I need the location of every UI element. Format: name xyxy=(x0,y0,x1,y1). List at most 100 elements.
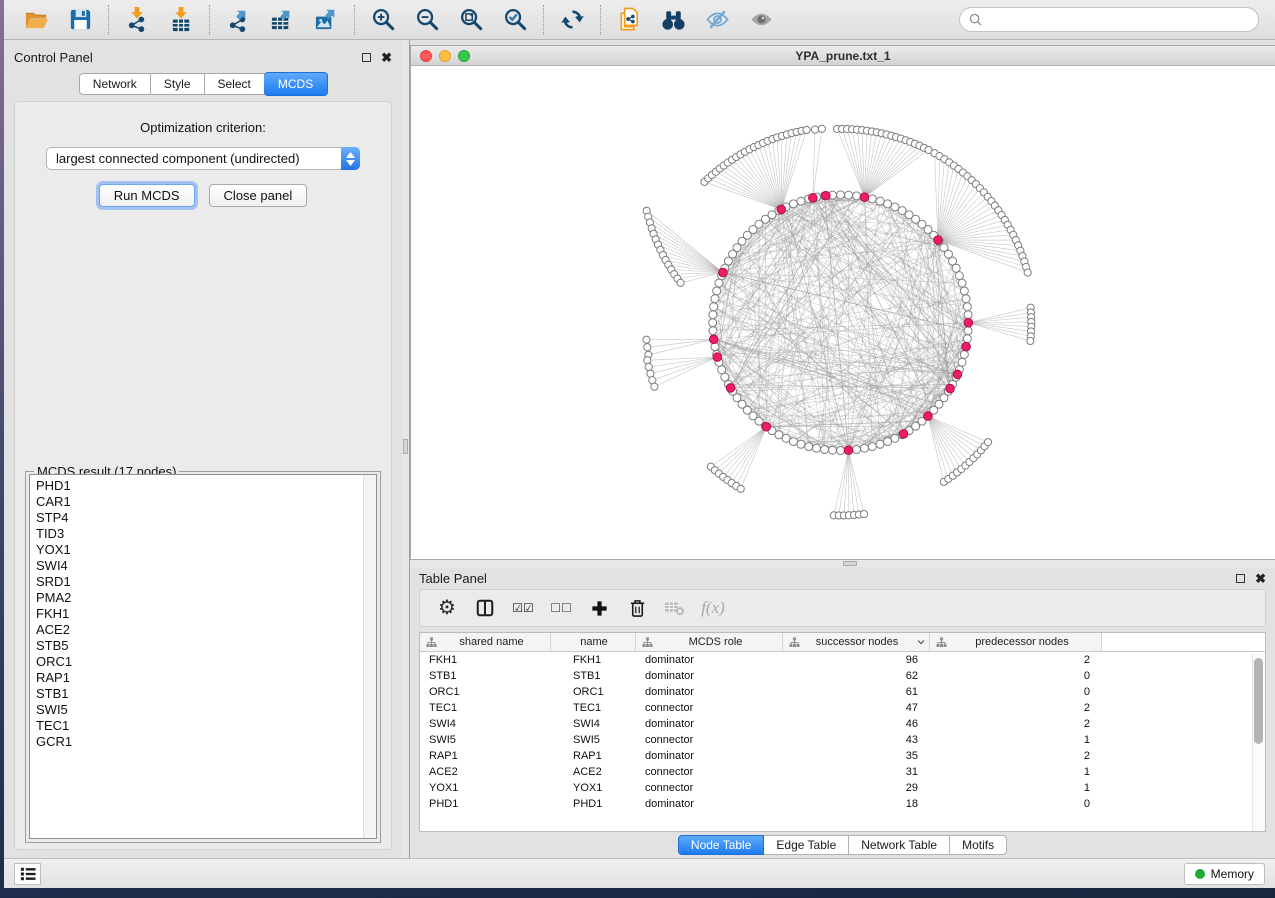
application-window: Control Panel ✖ NetworkStyleSelectMCDS O… xyxy=(4,0,1275,888)
hierarchy-icon xyxy=(426,637,437,648)
optimization-criterion-select[interactable]: largest connected component (undirected) xyxy=(46,147,360,170)
toolbar-separator xyxy=(543,5,544,35)
table-cell: ACE2 xyxy=(420,764,551,780)
list-scrollbar-track[interactable] xyxy=(363,475,376,838)
search-binoculars-icon[interactable] xyxy=(658,5,688,35)
close-panel-icon[interactable]: ✖ xyxy=(1255,574,1266,583)
mcds-result-item[interactable]: TEC1 xyxy=(36,718,376,734)
task-history-button[interactable] xyxy=(14,863,41,885)
table-row[interactable]: YOX1YOX1connector291 xyxy=(420,780,1265,796)
add-column-icon[interactable] xyxy=(584,595,614,621)
deselect-all-icon[interactable]: ☐☐ xyxy=(546,595,576,621)
refresh-layout-icon[interactable] xyxy=(557,5,587,35)
search-field[interactable] xyxy=(959,7,1259,32)
mcds-result-item[interactable]: SRD1 xyxy=(36,574,376,590)
tab-style[interactable]: Style xyxy=(151,73,205,95)
table-scrollbar-thumb[interactable] xyxy=(1254,658,1263,744)
mcds-result-item[interactable]: YOX1 xyxy=(36,542,376,558)
tab-network-table[interactable]: Network Table xyxy=(849,835,950,855)
table-row[interactable]: ACE2ACE2connector311 xyxy=(420,764,1265,780)
zoom-window-icon[interactable] xyxy=(458,50,470,62)
splitter-grip[interactable] xyxy=(843,561,857,566)
mcds-result-item[interactable]: CAR1 xyxy=(36,494,376,510)
export-network-icon[interactable] xyxy=(223,5,253,35)
column-header-shared-name[interactable]: shared name xyxy=(420,633,551,651)
tab-edge-table[interactable]: Edge Table xyxy=(764,835,849,855)
close-window-icon[interactable] xyxy=(420,50,432,62)
run-mcds-button[interactable]: Run MCDS xyxy=(99,184,195,207)
search-input[interactable] xyxy=(988,13,1249,27)
import-network-icon[interactable] xyxy=(122,5,152,35)
float-panel-icon[interactable] xyxy=(1236,574,1245,583)
clone-network-icon[interactable] xyxy=(614,5,644,35)
zoom-in-icon[interactable] xyxy=(368,5,398,35)
mcds-result-item[interactable]: SWI4 xyxy=(36,558,376,574)
zoom-fit-icon[interactable] xyxy=(456,5,486,35)
node-table: shared namenameMCDS rolesuccessor nodesp… xyxy=(419,632,1266,832)
table-row[interactable]: SWI4SWI4dominator462 xyxy=(420,716,1265,732)
export-table-icon[interactable] xyxy=(267,5,297,35)
mcds-result-item[interactable]: PMA2 xyxy=(36,590,376,606)
column-header-name[interactable]: name xyxy=(551,633,636,651)
mcds-result-item[interactable]: ACE2 xyxy=(36,622,376,638)
mcds-result-item[interactable]: RAP1 xyxy=(36,670,376,686)
tab-motifs[interactable]: Motifs xyxy=(950,835,1007,855)
mcds-result-item[interactable]: TID3 xyxy=(36,526,376,542)
column-layout-icon[interactable] xyxy=(470,595,500,621)
table-cell: 43 xyxy=(783,732,930,748)
table-panel-tabs: Node TableEdge TableNetwork TableMotifs xyxy=(419,832,1266,858)
table-row[interactable]: PHD1PHD1dominator180 xyxy=(420,796,1265,812)
mcds-result-item[interactable]: STB5 xyxy=(36,638,376,654)
mcds-result-item[interactable]: GCR1 xyxy=(36,734,376,750)
splitter-grip[interactable] xyxy=(403,439,408,454)
column-header-predecessor-nodes[interactable]: predecessor nodes xyxy=(930,633,1102,651)
mcds-result-item[interactable]: ORC1 xyxy=(36,654,376,670)
network-canvas[interactable] xyxy=(411,66,1275,559)
memory-button[interactable]: Memory xyxy=(1184,863,1265,885)
table-row[interactable]: FKH1FKH1dominator962 xyxy=(420,652,1265,668)
table-cell: RAP1 xyxy=(551,748,636,764)
table-cell: 0 xyxy=(930,684,1102,700)
table-scrollbar-track[interactable] xyxy=(1252,653,1265,831)
column-header-MCDS-role[interactable]: MCDS role xyxy=(636,633,783,651)
table-row[interactable]: STB1STB1dominator620 xyxy=(420,668,1265,684)
mcds-result-item[interactable]: STB1 xyxy=(36,686,376,702)
tab-select[interactable]: Select xyxy=(205,73,265,95)
table-cell: SWI4 xyxy=(551,716,636,732)
mcds-result-list[interactable]: PHD1CAR1STP4TID3YOX1SWI4SRD1PMA2FKH1ACE2… xyxy=(29,474,377,839)
float-panel-icon[interactable] xyxy=(362,53,371,62)
table-cell: SWI4 xyxy=(420,716,551,732)
export-image-icon[interactable] xyxy=(311,5,341,35)
zoom-selected-icon[interactable] xyxy=(500,5,530,35)
close-panel-icon[interactable]: ✖ xyxy=(381,53,392,62)
mcds-result-item[interactable]: PHD1 xyxy=(36,478,376,494)
select-all-icon[interactable]: ☑☑ xyxy=(508,595,538,621)
table-row[interactable]: RAP1RAP1dominator352 xyxy=(420,748,1265,764)
horizontal-splitter[interactable] xyxy=(410,560,1275,567)
table-row[interactable]: SWI5SWI5connector431 xyxy=(420,732,1265,748)
delete-column-icon[interactable] xyxy=(622,595,652,621)
tab-network[interactable]: Network xyxy=(79,73,151,95)
table-row[interactable]: ORC1ORC1dominator610 xyxy=(420,684,1265,700)
hide-panels-icon[interactable] xyxy=(702,5,732,35)
mcds-result-item[interactable]: STP4 xyxy=(36,510,376,526)
settings-gear-icon[interactable]: ⚙ xyxy=(432,595,462,621)
table-row[interactable]: TEC1TEC1connector472 xyxy=(420,700,1265,716)
search-icon xyxy=(969,13,982,26)
table-panel-title: Table Panel xyxy=(419,571,487,586)
tab-mcds[interactable]: MCDS xyxy=(264,72,328,96)
table-cell: 2 xyxy=(930,700,1102,716)
zoom-out-icon[interactable] xyxy=(412,5,442,35)
close-panel-button[interactable]: Close panel xyxy=(209,184,308,207)
import-table-icon[interactable] xyxy=(166,5,196,35)
mcds-result-item[interactable]: FKH1 xyxy=(36,606,376,622)
tab-node-table[interactable]: Node Table xyxy=(678,835,765,855)
mcds-result-item[interactable]: SWI5 xyxy=(36,702,376,718)
hierarchy-icon xyxy=(789,637,800,648)
minimize-window-icon[interactable] xyxy=(439,50,451,62)
open-file-icon[interactable] xyxy=(21,5,51,35)
vertical-splitter[interactable] xyxy=(402,40,410,858)
save-session-icon[interactable] xyxy=(65,5,95,35)
column-header-successor-nodes[interactable]: successor nodes xyxy=(783,633,930,651)
table-cell: 47 xyxy=(783,700,930,716)
